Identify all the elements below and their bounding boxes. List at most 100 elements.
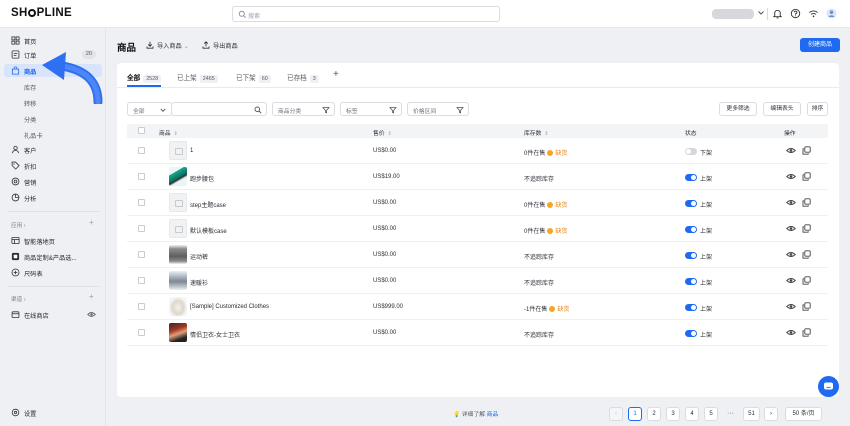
copy-icon[interactable] <box>802 276 811 285</box>
copy-icon[interactable] <box>802 250 811 259</box>
page-button[interactable]: 5 <box>704 407 718 421</box>
export-products-button[interactable]: 导出商品 <box>202 41 238 50</box>
row-checkbox[interactable] <box>138 225 145 232</box>
row-checkbox[interactable] <box>138 199 145 206</box>
product-name[interactable]: 默认模板case <box>190 226 227 235</box>
status-toggle[interactable] <box>685 252 697 259</box>
copy-icon[interactable] <box>802 146 811 155</box>
status-toggle[interactable] <box>685 200 697 207</box>
row-checkbox[interactable] <box>138 173 145 180</box>
scope-select[interactable]: 全部 <box>127 102 172 116</box>
status-toggle[interactable] <box>685 330 697 337</box>
product-thumbnail-placeholder[interactable] <box>169 141 187 160</box>
page-button[interactable]: 1 <box>628 407 642 421</box>
sidebar-item-size-chart[interactable]: 尺码表 <box>4 266 102 279</box>
shopline-logo[interactable]: SH PLINE <box>11 7 72 19</box>
page-button[interactable]: 3 <box>666 407 680 421</box>
sidebar-item-marketing[interactable]: 营销 <box>4 175 102 188</box>
product-thumbnail[interactable] <box>169 167 187 186</box>
create-product-button[interactable]: 创建商品 <box>800 38 840 52</box>
copy-icon[interactable] <box>802 172 811 181</box>
tab-active[interactable]: 已上架 2465 <box>177 72 218 83</box>
column-header-price[interactable]: 售价 ⇕ <box>373 128 392 137</box>
table-row[interactable]: 运动裤 US$0.00 不追踪库存 上架 <box>127 242 828 268</box>
status-toggle[interactable] <box>685 278 697 285</box>
more-filters-button[interactable]: 更多筛选 <box>719 102 757 116</box>
table-row[interactable]: 情侣卫衣-女士卫衣 US$0.00 不追踪库存 上架 <box>127 320 828 346</box>
eye-icon[interactable] <box>786 172 796 181</box>
store-switcher[interactable] <box>712 9 754 19</box>
copy-icon[interactable] <box>802 302 811 311</box>
row-checkbox[interactable] <box>138 329 145 336</box>
page-size-select[interactable]: 50 条/页 <box>785 407 822 421</box>
product-name[interactable]: 1 <box>190 148 193 154</box>
wifi-icon[interactable] <box>808 8 819 19</box>
row-checkbox[interactable] <box>138 277 145 284</box>
product-name[interactable]: 速暖衫 <box>190 278 208 287</box>
sidebar-item-gift-cards[interactable]: 礼品卡 <box>4 128 102 141</box>
apps-group-heading[interactable]: 应用 › <box>11 221 26 229</box>
bell-icon[interactable] <box>772 8 783 19</box>
category-filter[interactable]: 商品分类 <box>272 102 335 116</box>
add-channel-icon[interactable]: + <box>89 292 94 301</box>
chevron-down-icon[interactable] <box>757 9 765 17</box>
row-checkbox[interactable] <box>138 147 145 154</box>
product-search-input[interactable] <box>171 102 267 116</box>
sidebar-item-home[interactable]: 首页 <box>4 34 102 47</box>
add-view-icon[interactable]: + <box>333 69 339 80</box>
page-button[interactable]: 4 <box>685 407 699 421</box>
product-thumbnail[interactable] <box>169 271 187 290</box>
product-thumbnail[interactable] <box>169 297 187 316</box>
sidebar-item-customers[interactable]: 客户 <box>4 143 102 156</box>
column-header-product[interactable]: 商品 ⇕ <box>159 128 178 137</box>
eye-icon[interactable] <box>786 146 796 155</box>
row-checkbox[interactable] <box>138 251 145 258</box>
import-products-button[interactable]: 导入商品 ⌄ <box>146 41 189 50</box>
copy-icon[interactable] <box>802 224 811 233</box>
eye-icon[interactable] <box>786 328 796 337</box>
eye-icon[interactable] <box>786 276 796 285</box>
tab-archived[interactable]: 已存档 3 <box>287 72 319 83</box>
status-toggle[interactable] <box>685 148 697 155</box>
copy-icon[interactable] <box>802 198 811 207</box>
eye-icon[interactable] <box>786 224 796 233</box>
product-name[interactable]: 跑步腰包 <box>190 174 214 183</box>
table-row[interactable]: 速暖衫 US$0.00 不追踪库存 上架 <box>127 268 828 294</box>
table-row[interactable]: 默认模板case US$0.00 0件在售 缺货 上架 <box>127 216 828 242</box>
product-name[interactable]: 运动裤 <box>190 252 208 261</box>
product-thumbnail[interactable] <box>169 245 187 264</box>
eye-icon[interactable] <box>786 250 796 259</box>
product-name[interactable]: 情侣卫衣-女士卫衣 <box>190 330 240 339</box>
eye-icon[interactable] <box>786 302 796 311</box>
global-search-input[interactable]: 搜索 <box>232 6 500 22</box>
product-name[interactable]: step主题case <box>190 200 226 209</box>
product-name[interactable]: [Sample] Customized Clothes <box>190 304 269 310</box>
sidebar-item-landing-page[interactable]: 智能落地页 <box>4 234 102 247</box>
sidebar-item-product-customizer[interactable]: 商品定制&产品选... <box>4 250 102 263</box>
eye-icon[interactable] <box>786 198 796 207</box>
add-app-icon[interactable]: + <box>89 218 94 227</box>
chat-support-button[interactable] <box>818 376 839 397</box>
help-icon[interactable] <box>790 8 801 19</box>
column-header-stock[interactable]: 库存数 ⇕ <box>524 128 549 137</box>
select-all-checkbox[interactable] <box>138 127 145 134</box>
eye-icon[interactable] <box>87 310 96 319</box>
status-toggle[interactable] <box>685 226 697 233</box>
price-range-filter[interactable]: 价格区间 <box>407 102 469 116</box>
channels-group-heading[interactable]: 渠道 › <box>11 295 26 303</box>
sidebar-item-analytics[interactable]: 分析 <box>4 191 102 204</box>
avatar-icon[interactable] <box>826 8 837 19</box>
status-toggle[interactable] <box>685 304 697 311</box>
product-thumbnail-placeholder[interactable] <box>169 193 187 212</box>
sidebar-item-categories[interactable]: 分类 <box>4 112 102 125</box>
tab-all[interactable]: 全部 2528 <box>127 72 162 83</box>
product-thumbnail[interactable] <box>169 323 187 342</box>
sidebar-item-discounts[interactable]: 折扣 <box>4 159 102 172</box>
table-row[interactable]: 跑步腰包 US$19.00 不追踪库存 上架 <box>127 164 828 190</box>
table-row[interactable]: 1 US$0.00 0件在售 缺货 下架 <box>127 138 828 164</box>
sort-button[interactable]: 排序 <box>807 102 828 116</box>
status-toggle[interactable] <box>685 174 697 181</box>
table-row[interactable]: [Sample] Customized Clothes US$999.00 -1件在… <box>127 294 828 320</box>
help-link[interactable]: 商品 <box>487 412 499 418</box>
prev-page-button[interactable]: ‹ <box>609 407 623 421</box>
